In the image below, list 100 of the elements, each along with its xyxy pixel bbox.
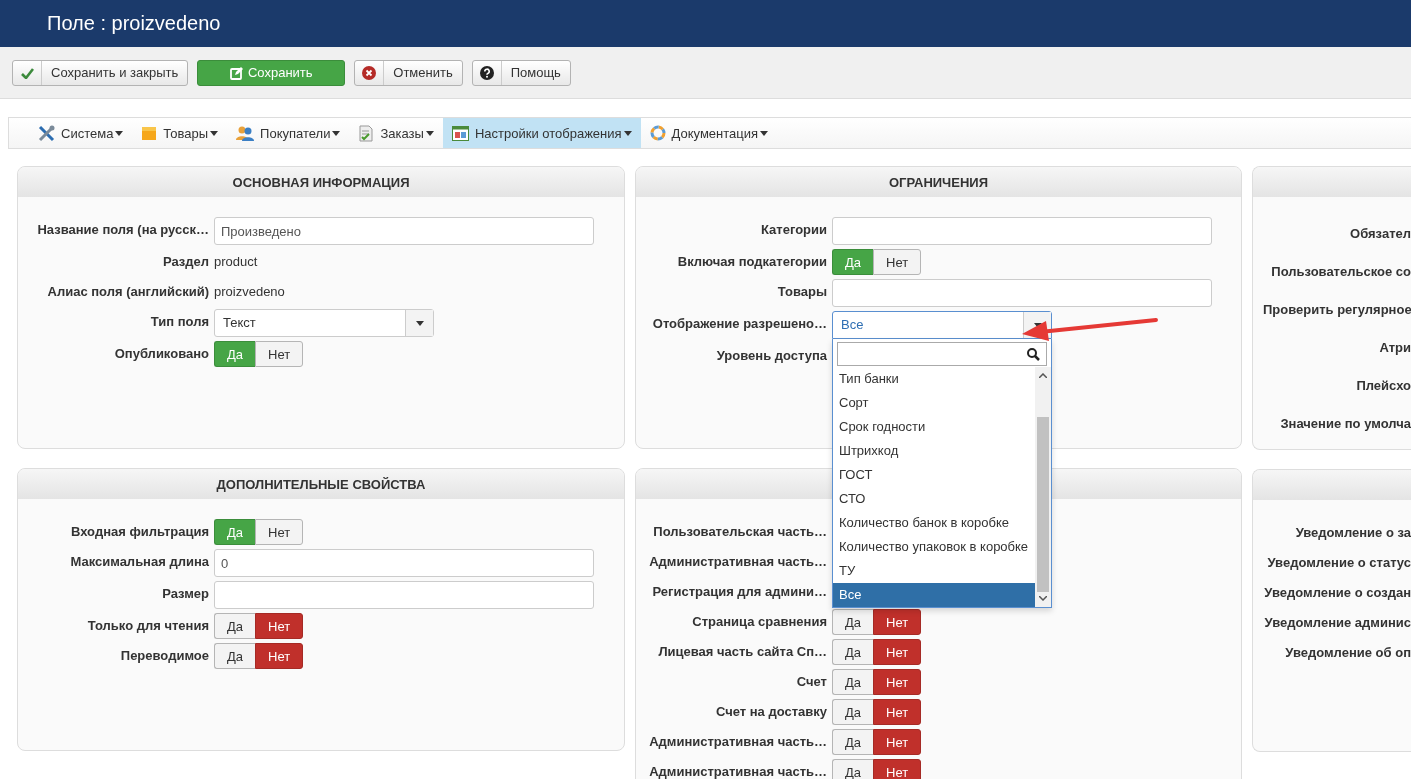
- menu-item[interactable]: Документация: [640, 118, 778, 148]
- field-value: product: [214, 253, 258, 271]
- cancel-button[interactable]: Отменить: [354, 60, 463, 86]
- toggle-button[interactable]: Нет: [873, 669, 922, 695]
- dropdown-option[interactable]: Тип банки: [833, 367, 1035, 391]
- panel-title: ОСНОВНАЯ ИНФОРМАЦИЯ: [232, 174, 410, 190]
- dropdown-option[interactable]: Количество банок в коробке: [833, 511, 1035, 535]
- document-icon: [358, 124, 375, 142]
- select-field[interactable]: Текст: [214, 309, 434, 337]
- field-label: Уведомление об оп: [1284, 644, 1411, 662]
- dropdown-option[interactable]: Срок годности: [833, 415, 1035, 439]
- text-field[interactable]: [832, 217, 1212, 245]
- toggle-button[interactable]: Да: [832, 759, 874, 779]
- field-label: Счет: [795, 673, 827, 691]
- menu-item[interactable]: Товары: [132, 118, 228, 148]
- field-label: Опубликовано: [113, 345, 209, 363]
- caret-icon: [115, 130, 124, 136]
- text-field[interactable]: Произведено: [214, 217, 594, 245]
- field-label: Лицевая часть сайта Сп…: [657, 643, 827, 661]
- field-label: Раздел: [161, 253, 209, 271]
- field-label: Уведомление о статус: [1266, 554, 1411, 572]
- toggle-button[interactable]: Да: [214, 643, 256, 669]
- toggle-button[interactable]: Нет: [873, 729, 922, 755]
- toggle-button[interactable]: Нет: [873, 609, 922, 635]
- toggle-button[interactable]: Нет: [873, 699, 922, 725]
- menu-item[interactable]: Покупатели: [227, 118, 350, 148]
- dropdown-option[interactable]: СТО: [833, 487, 1035, 511]
- menu-item[interactable]: Заказы: [349, 118, 443, 148]
- field-label: Включая подкатегории: [676, 253, 827, 271]
- field-label: Максимальная длина: [69, 553, 209, 571]
- toggle-button[interactable]: Нет: [255, 341, 304, 367]
- dropdown-option[interactable]: Все: [833, 583, 1035, 607]
- box-icon: [141, 125, 158, 141]
- field-label: Отображение разрешено…: [651, 315, 827, 333]
- field-label: Регистрация для админи…: [651, 583, 827, 601]
- menu-item[interactable]: Настройки отображения: [442, 118, 641, 148]
- tools-icon: [38, 124, 55, 142]
- scroll-down-icon[interactable]: [1039, 596, 1047, 601]
- caret-icon: [760, 130, 769, 136]
- field-label: Размер: [161, 585, 209, 603]
- scroll-up-icon[interactable]: [1039, 373, 1047, 378]
- search-icon: [1027, 347, 1040, 361]
- toggle-button[interactable]: Да: [832, 669, 874, 695]
- field-label: Административная часть…: [648, 763, 827, 779]
- field-label: Счет на доставку: [714, 703, 827, 721]
- panel-title: ОГРАНИЧЕНИЯ: [889, 174, 988, 190]
- field-label: Название поля (на русск…: [36, 221, 209, 239]
- field-label: Переводимое: [119, 647, 209, 665]
- panel-title: ДОПОЛНИТЕЛЬНЫЕ СВОЙСТВА: [216, 476, 426, 492]
- field-label: Страница сравнения: [691, 613, 827, 631]
- field-label: Уведомление админис: [1263, 614, 1411, 632]
- text-field[interactable]: [214, 581, 594, 609]
- caret-icon: [425, 130, 434, 136]
- caret-icon: [623, 130, 632, 136]
- help-icon: [479, 66, 494, 80]
- field-label: Пользовательское со: [1270, 263, 1411, 281]
- dropdown-option[interactable]: ТУ: [833, 559, 1035, 583]
- field-label: Входная фильтрация: [70, 523, 209, 541]
- toggle-button[interactable]: Да: [832, 699, 874, 725]
- caret-icon: [415, 320, 424, 326]
- dropdown-button[interactable]: [405, 310, 433, 336]
- scrollbar[interactable]: [1035, 367, 1051, 607]
- toggle-button[interactable]: Да: [832, 639, 874, 665]
- window-icon: [451, 125, 469, 141]
- field-label: Уровень доступа: [715, 347, 827, 365]
- text-field[interactable]: [832, 279, 1212, 307]
- lifebuoy-icon: [649, 125, 666, 141]
- field-label: Административная часть…: [648, 733, 827, 751]
- field-value: proizvedeno: [214, 283, 285, 301]
- caret-icon: [210, 130, 219, 136]
- field-label: Обязател: [1349, 225, 1411, 243]
- field-label: Только для чтения: [86, 617, 209, 635]
- toggle-button[interactable]: Нет: [873, 249, 922, 275]
- field-label: Уведомление о создан: [1263, 584, 1411, 602]
- toggle-button[interactable]: Нет: [255, 613, 304, 639]
- help-button[interactable]: Помощь: [471, 60, 571, 86]
- field-label: Плейсхо: [1355, 377, 1411, 395]
- dropdown-option[interactable]: Количество упаковок в коробке: [833, 535, 1035, 559]
- field-label: Атри: [1378, 339, 1411, 357]
- search-field[interactable]: [837, 342, 1047, 366]
- field-label: Пользовательская часть…: [652, 523, 827, 541]
- toggle-button[interactable]: Нет: [255, 643, 304, 669]
- dropdown-option[interactable]: Штрихкод: [833, 439, 1035, 463]
- field-label: Категории: [759, 221, 827, 239]
- toggle-button[interactable]: Нет: [873, 759, 922, 779]
- field-label: Алиас поля (английский): [46, 283, 209, 301]
- toggle-button[interactable]: Да: [214, 613, 256, 639]
- check-icon: [20, 67, 34, 79]
- toggle-button[interactable]: Нет: [873, 639, 922, 665]
- caret-icon: [332, 130, 341, 136]
- dropdown-option[interactable]: ГОСТ: [833, 463, 1035, 487]
- field-label: Значение по умолча: [1279, 415, 1411, 433]
- toggle-button[interactable]: Да: [832, 609, 874, 635]
- dropdown-option[interactable]: Сорт: [833, 391, 1035, 415]
- field-label: Тип поля: [149, 313, 209, 331]
- toggle-button[interactable]: Нет: [255, 519, 304, 545]
- text-field[interactable]: 0: [214, 549, 594, 577]
- toggle-button[interactable]: Да: [832, 729, 874, 755]
- save-and-close-button[interactable]: Сохранить и закрыть: [12, 60, 189, 86]
- menu-item[interactable]: Система: [29, 118, 133, 148]
